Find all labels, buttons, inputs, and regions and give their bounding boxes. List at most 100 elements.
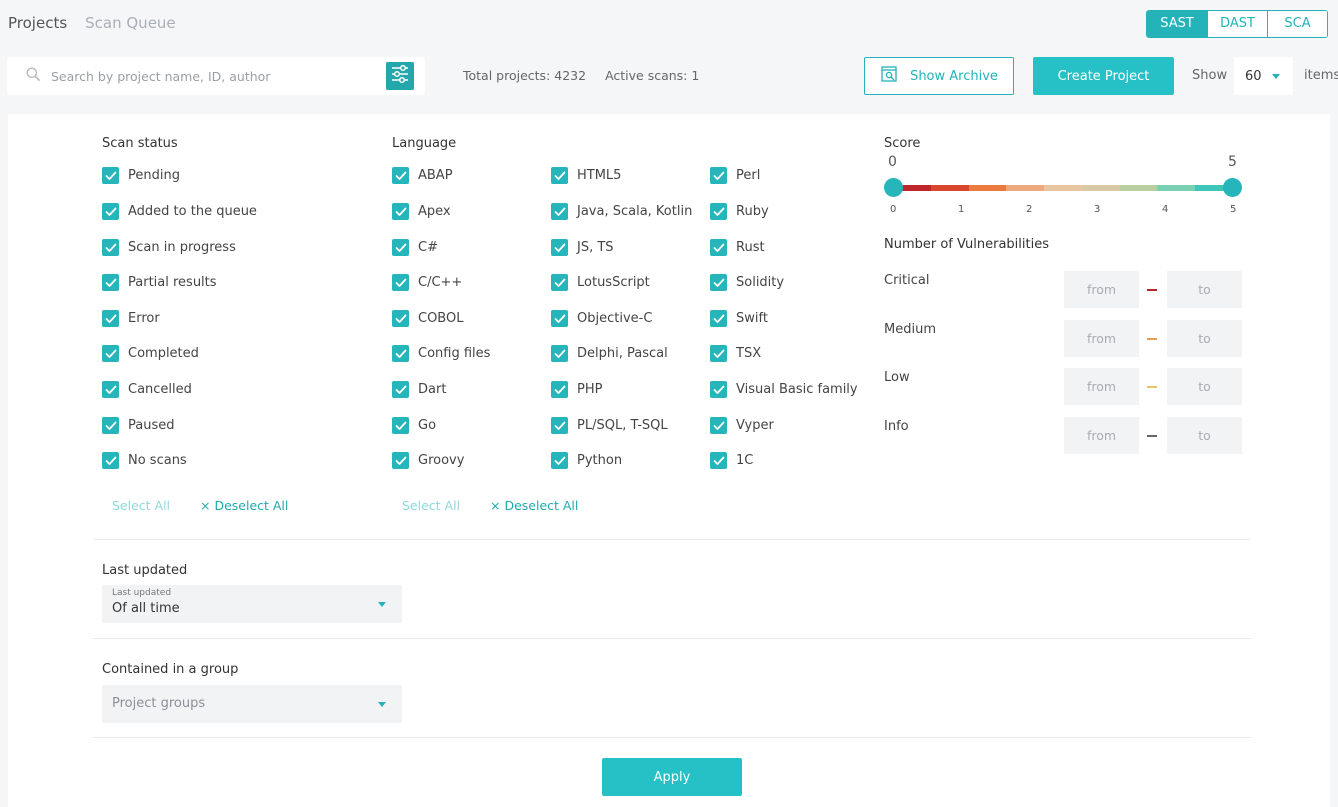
checkbox-lotusscript[interactable]: LotusScript <box>551 274 650 291</box>
checkmark-icon <box>102 239 119 256</box>
score-tick-label: 5 <box>1230 204 1237 215</box>
checkbox-label: PHP <box>577 382 603 397</box>
checkbox-c-c[interactable]: C/C++ <box>392 274 462 291</box>
vulnerability-label-critical: Critical <box>884 273 930 288</box>
checkbox-label: Ruby <box>736 204 769 219</box>
vulnerability-to-input[interactable]: to <box>1167 271 1242 308</box>
checkmark-icon <box>710 452 727 469</box>
checkbox-abap[interactable]: ABAP <box>392 167 453 184</box>
checkbox-completed[interactable]: Completed <box>102 345 199 362</box>
checkbox-js-ts[interactable]: JS, TS <box>551 239 614 256</box>
apply-button[interactable]: Apply <box>602 758 742 796</box>
nav-projects[interactable]: Projects <box>8 14 67 32</box>
checkbox-visual-basic-family[interactable]: Visual Basic family <box>710 381 858 398</box>
checkbox-scan-in-progress[interactable]: Scan in progress <box>102 239 236 256</box>
checkbox-label: Visual Basic family <box>736 382 858 397</box>
checkbox-label: Added to the queue <box>128 204 257 219</box>
checkbox-apex[interactable]: Apex <box>392 203 451 220</box>
score-max-value: 5 <box>1228 154 1237 170</box>
sca-tab[interactable]: SCA <box>1267 11 1327 37</box>
score-gradient-segment <box>968 185 1007 191</box>
page-size-select[interactable]: 60 <box>1234 57 1293 95</box>
checkbox-html5[interactable]: HTML5 <box>551 167 621 184</box>
sast-tab[interactable]: SAST <box>1147 11 1207 37</box>
checkbox-tsx[interactable]: TSX <box>710 345 761 362</box>
checkbox-swift[interactable]: Swift <box>710 310 768 327</box>
checkbox-label: C# <box>418 240 438 255</box>
checkbox-objective-c[interactable]: Objective-C <box>551 310 652 327</box>
create-project-button[interactable]: Create Project <box>1033 57 1174 95</box>
checkmark-icon <box>392 310 409 327</box>
checkbox-label: LotusScript <box>577 275 650 290</box>
checkbox-c[interactable]: C# <box>392 239 438 256</box>
checkbox-delphi-pascal[interactable]: Delphi, Pascal <box>551 345 668 362</box>
checkbox-java-scala-kotlin[interactable]: Java, Scala, Kotlin <box>551 203 692 220</box>
checkbox-go[interactable]: Go <box>392 417 436 434</box>
checkmark-icon <box>551 310 568 327</box>
checkbox-rust[interactable]: Rust <box>710 239 765 256</box>
checkbox-python[interactable]: Python <box>551 452 622 469</box>
score-tick-label: 2 <box>1026 204 1033 215</box>
checkbox-label: Error <box>128 311 160 326</box>
status-deselect-all-link[interactable]: × Deselect All <box>200 498 288 513</box>
vulnerability-to-input[interactable]: to <box>1167 417 1242 454</box>
vulnerability-label-medium: Medium <box>884 322 936 337</box>
checkbox-no-scans[interactable]: No scans <box>102 452 187 469</box>
chevron-down-icon <box>378 602 386 607</box>
vulnerability-to-input[interactable]: to <box>1167 368 1242 405</box>
checkbox-label: Python <box>577 453 623 468</box>
project-groups-select[interactable]: Project groups <box>102 685 402 723</box>
search-input[interactable] <box>51 57 381 95</box>
checkbox-ruby[interactable]: Ruby <box>710 203 769 220</box>
vulnerability-to-input[interactable]: to <box>1167 320 1242 357</box>
checkbox-added-to-the-queue[interactable]: Added to the queue <box>102 203 257 220</box>
vulnerability-from-input[interactable]: from <box>1064 417 1139 454</box>
checkbox-label: Partial results <box>128 275 217 290</box>
language-select-all-link[interactable]: Select All <box>402 498 460 513</box>
checkbox-solidity[interactable]: Solidity <box>710 274 784 291</box>
checkbox-1c[interactable]: 1C <box>710 452 753 469</box>
language-deselect-all-link[interactable]: × Deselect All <box>490 498 578 513</box>
vulnerability-from-input[interactable]: from <box>1064 368 1139 405</box>
checkbox-perl[interactable]: Perl <box>710 167 760 184</box>
score-slider-track[interactable] <box>893 185 1234 191</box>
status-select-all-link[interactable]: Select All <box>112 498 170 513</box>
sliders-icon <box>390 64 410 87</box>
checkbox-cobol[interactable]: COBOL <box>392 310 463 327</box>
nav-scan-queue[interactable]: Scan Queue <box>85 14 176 32</box>
score-gradient-segment <box>930 185 969 191</box>
search-box <box>7 57 425 95</box>
checkbox-pl-sql-t-sql[interactable]: PL/SQL, T-SQL <box>551 417 668 434</box>
checkbox-cancelled[interactable]: Cancelled <box>102 381 192 398</box>
checkbox-label: COBOL <box>418 311 464 326</box>
show-archive-button[interactable]: Show Archive <box>864 57 1014 95</box>
score-max-handle[interactable] <box>1223 178 1242 197</box>
checkbox-groovy[interactable]: Groovy <box>392 452 464 469</box>
checkbox-php[interactable]: PHP <box>551 381 602 398</box>
range-dash <box>1147 289 1157 291</box>
checkbox-pending[interactable]: Pending <box>102 167 180 184</box>
checkmark-icon <box>102 452 119 469</box>
checkbox-label: C/C++ <box>418 275 463 290</box>
last-updated-select[interactable]: Last updated Of all time <box>102 585 402 623</box>
score-min-value: 0 <box>888 154 897 170</box>
language-title: Language <box>392 136 457 151</box>
score-min-handle[interactable] <box>884 178 903 197</box>
checkmark-icon <box>102 381 119 398</box>
dast-tab[interactable]: DAST <box>1207 11 1267 37</box>
checkbox-vyper[interactable]: Vyper <box>710 417 774 434</box>
checkmark-icon <box>392 167 409 184</box>
score-title: Score <box>884 136 921 151</box>
checkbox-paused[interactable]: Paused <box>102 417 174 434</box>
project-stats: Total projects: 4232 Active scans: 1 <box>463 68 699 83</box>
vulnerability-from-input[interactable]: from <box>1064 320 1139 357</box>
checkbox-config-files[interactable]: Config files <box>392 345 490 362</box>
checkbox-label: Vyper <box>736 418 774 433</box>
checkbox-partial-results[interactable]: Partial results <box>102 274 217 291</box>
filter-toggle-button[interactable] <box>386 62 414 90</box>
vulnerability-from-input[interactable]: from <box>1064 271 1139 308</box>
checkbox-error[interactable]: Error <box>102 310 160 327</box>
checkbox-dart[interactable]: Dart <box>392 381 446 398</box>
total-projects: Total projects: 4232 <box>463 68 587 83</box>
score-tick-label: 4 <box>1162 204 1169 215</box>
